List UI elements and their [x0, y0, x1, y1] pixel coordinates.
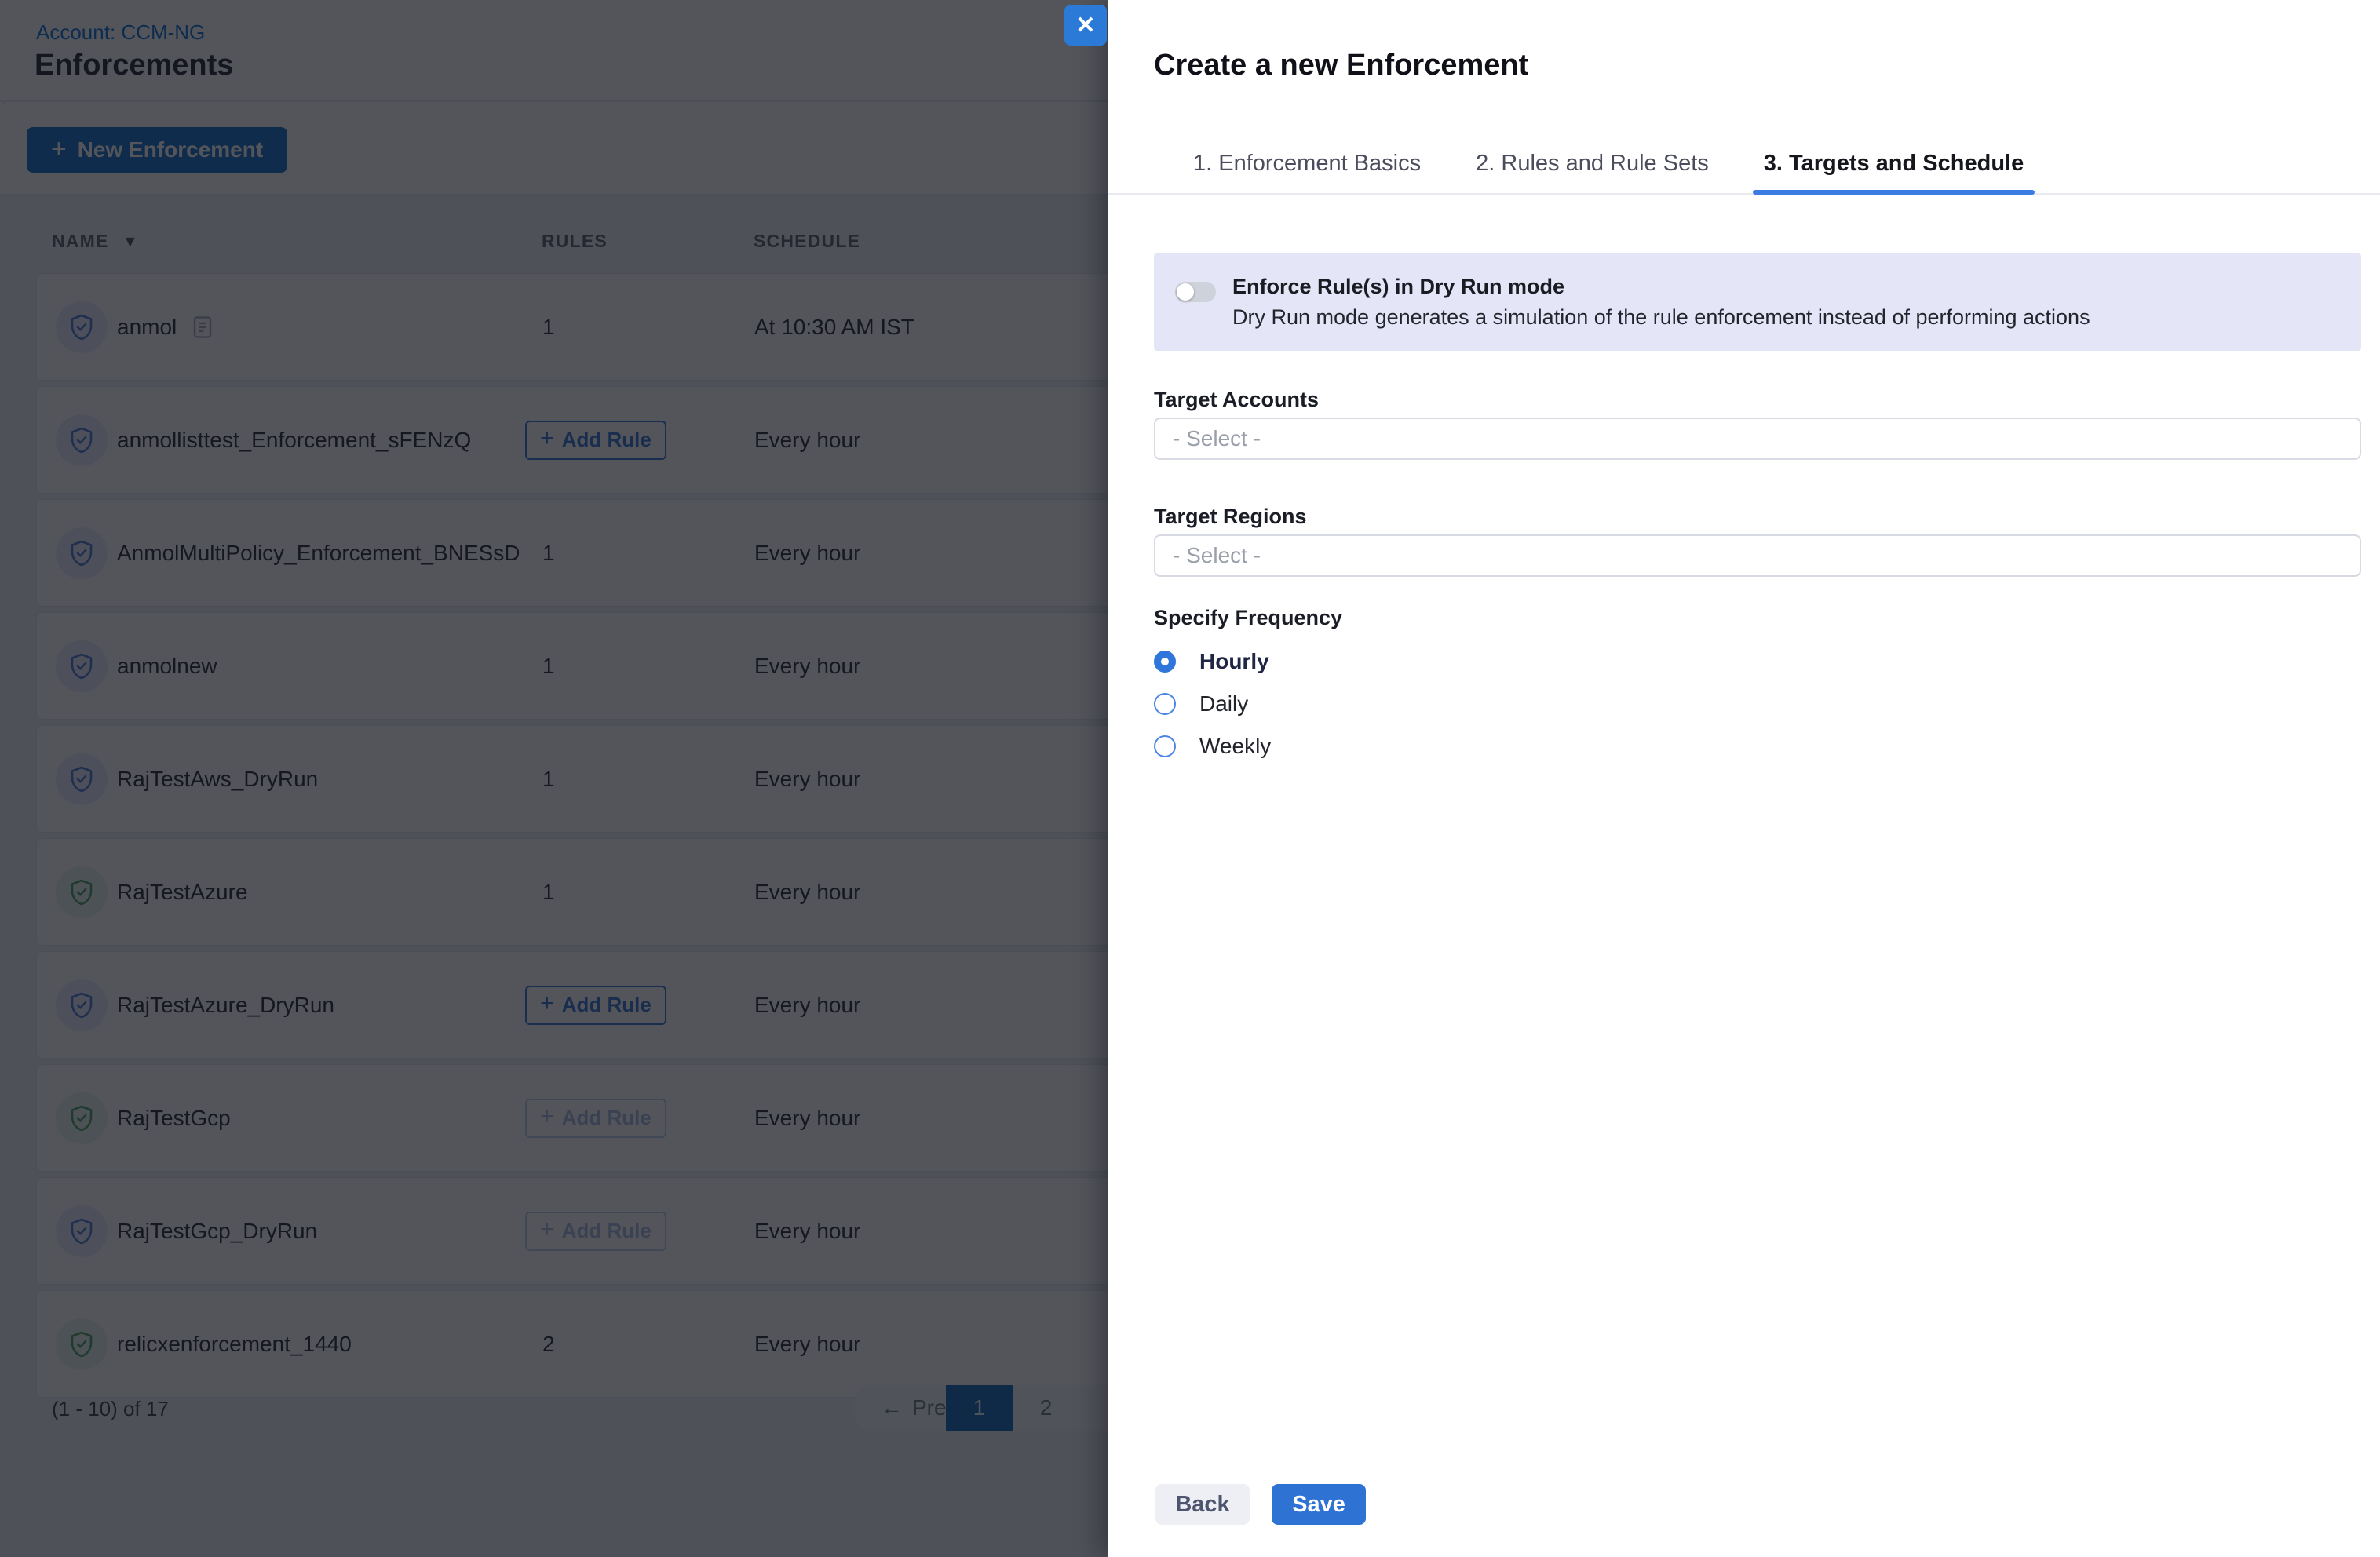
wizard-tabs: 1. Enforcement Basics 2. Rules and Rule … — [1108, 133, 2380, 195]
dry-run-description: Dry Run mode generates a simulation of t… — [1232, 301, 2090, 333]
dry-run-toggle[interactable] — [1175, 282, 1216, 302]
save-button[interactable]: Save — [1272, 1484, 1366, 1525]
target-regions-select[interactable]: - Select - — [1154, 534, 2361, 577]
radio-unselected-icon[interactable] — [1154, 735, 1176, 757]
create-enforcement-drawer: Create a new Enforcement 1. Enforcement … — [1108, 0, 2380, 1557]
back-button[interactable]: Back — [1155, 1484, 1250, 1525]
specify-frequency-label: Specify Frequency — [1154, 605, 2361, 630]
frequency-option-label: Weekly — [1199, 734, 1271, 759]
tab-rules-and-rule-sets[interactable]: 2. Rules and Rule Sets — [1465, 133, 1720, 193]
frequency-option-label: Hourly — [1199, 649, 1269, 674]
drawer-footer: Back Save — [1155, 1484, 1366, 1525]
target-regions-label: Target Regions — [1154, 504, 2361, 529]
tab-enforcement-basics[interactable]: 1. Enforcement Basics — [1182, 133, 1432, 193]
radio-selected-icon[interactable] — [1154, 651, 1176, 673]
frequency-option-weekly[interactable]: Weekly — [1154, 735, 2361, 757]
frequency-option-label: Daily — [1199, 691, 1248, 717]
target-accounts-label: Target Accounts — [1154, 387, 2361, 412]
dry-run-panel: Enforce Rule(s) in Dry Run mode Dry Run … — [1154, 253, 2361, 351]
drawer-title: Create a new Enforcement — [1154, 49, 1528, 82]
tab-targets-and-schedule[interactable]: 3. Targets and Schedule — [1753, 133, 2035, 193]
toggle-knob-icon — [1177, 283, 1194, 301]
dry-run-title: Enforce Rule(s) in Dry Run mode — [1232, 272, 2090, 301]
frequency-option-hourly[interactable]: Hourly — [1154, 651, 2361, 673]
dry-run-text: Enforce Rule(s) in Dry Run mode Dry Run … — [1232, 272, 2090, 333]
frequency-option-daily[interactable]: Daily — [1154, 693, 2361, 715]
drawer-close-button[interactable]: ✕ — [1064, 5, 1107, 46]
drawer-body: Enforce Rule(s) in Dry Run mode Dry Run … — [1154, 253, 2361, 757]
radio-unselected-icon[interactable] — [1154, 693, 1176, 715]
target-accounts-select[interactable]: - Select - — [1154, 418, 2361, 460]
